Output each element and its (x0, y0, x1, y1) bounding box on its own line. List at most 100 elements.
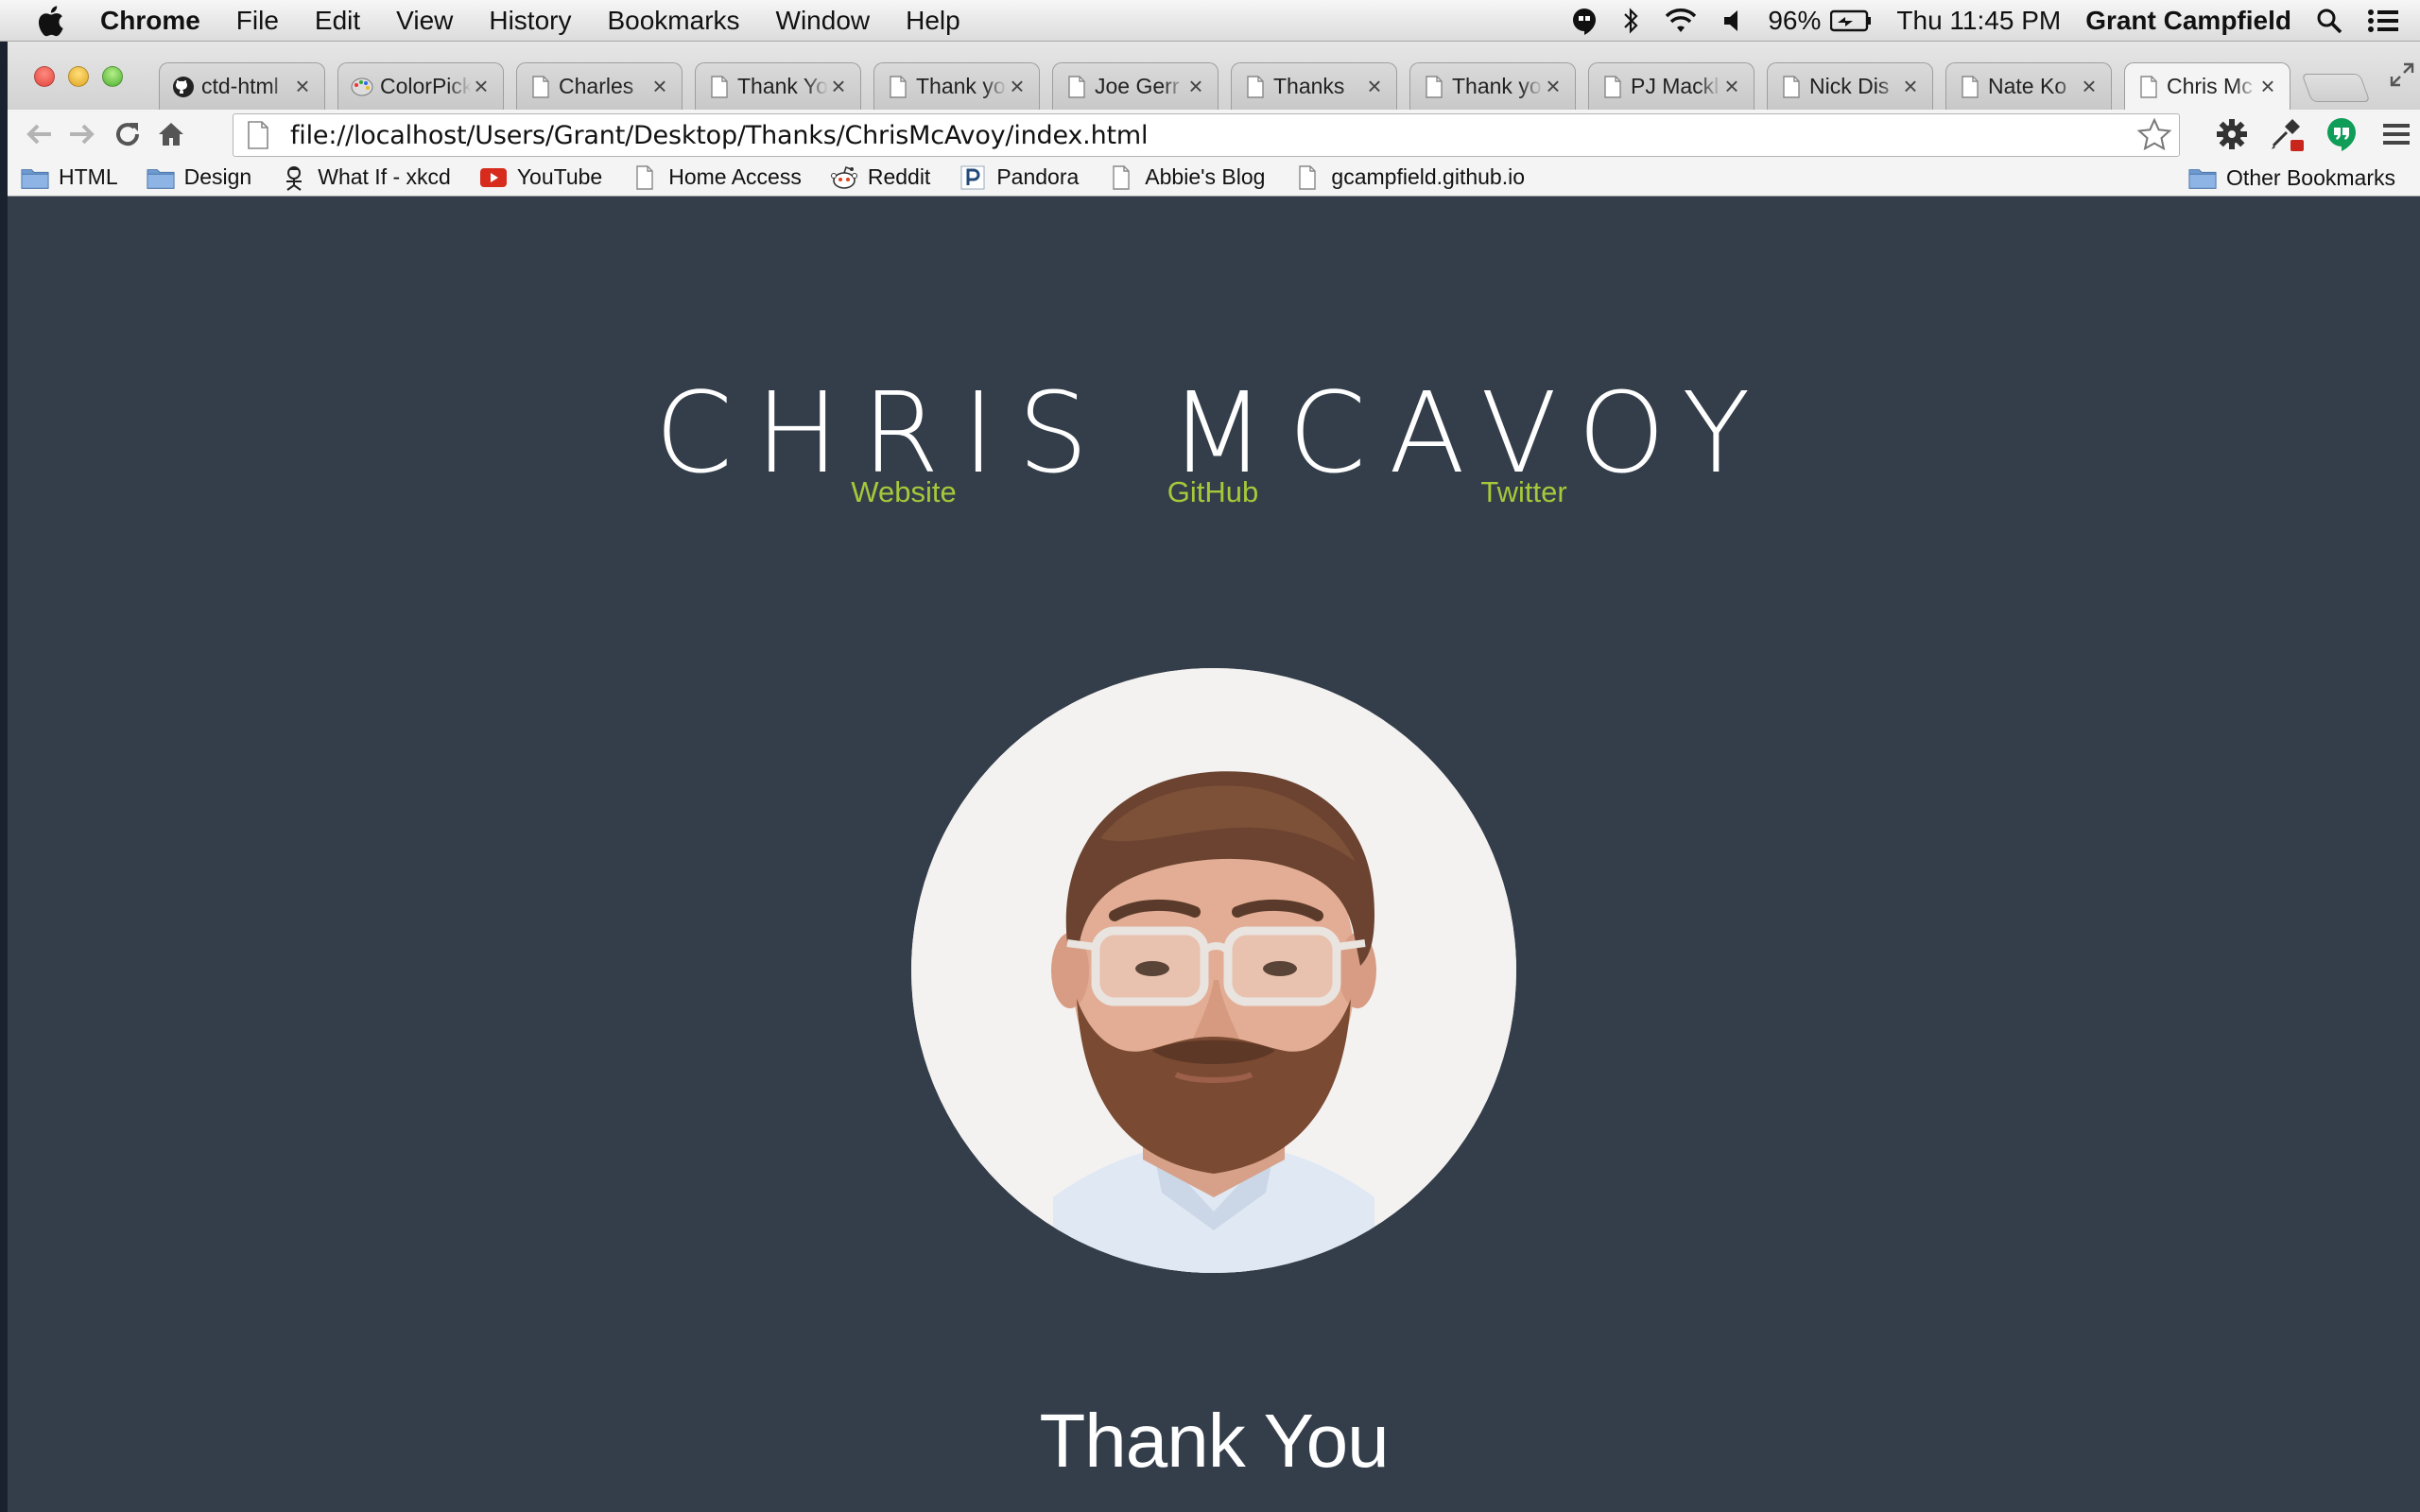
bookmark-html[interactable]: HTML (21, 164, 118, 190)
page-icon (707, 75, 732, 99)
youtube-icon (479, 165, 508, 190)
home-icon[interactable] (149, 112, 193, 156)
close-window-button[interactable] (34, 66, 55, 87)
tab-title: PJ Mackl (1631, 74, 1720, 98)
tab-charles[interactable]: Charles × (516, 62, 683, 110)
tab-joe-gerr[interactable]: Joe Gerr × (1052, 62, 1219, 110)
bookmark-label: Design (183, 164, 252, 189)
close-tab-icon[interactable]: × (1900, 72, 1921, 101)
menu-view[interactable]: View (396, 6, 453, 36)
reload-icon[interactable] (106, 112, 149, 156)
menu-app-name[interactable]: Chrome (100, 6, 200, 36)
tab-nick-dis[interactable]: Nick Dis × (1767, 62, 1933, 110)
bluetooth-icon[interactable] (1622, 7, 1639, 35)
menu-edit[interactable]: Edit (315, 6, 360, 36)
volume-icon[interactable] (1722, 9, 1743, 33)
hangouts-icon[interactable] (2320, 112, 2363, 156)
bookmark-abbies-blog[interactable]: Abbie's Blog (1107, 164, 1265, 190)
bookmark-reddit[interactable]: Reddit (830, 164, 930, 190)
new-tab-button[interactable] (2301, 74, 2371, 102)
github-link[interactable]: GitHub (1167, 475, 1258, 509)
folder-icon (21, 165, 49, 190)
chrome-menu-icon[interactable] (2375, 112, 2418, 156)
tab-ctd-html[interactable]: ctd-html × (159, 62, 325, 110)
tab-title: Nick Dis (1809, 74, 1890, 98)
hangouts-status-icon[interactable] (1571, 7, 1598, 35)
user-name[interactable]: Grant Campfield (2085, 6, 2291, 36)
url-text[interactable]: file://localhost/Users/Grant/Desktop/Tha… (290, 121, 2135, 150)
tab-thanks[interactable]: Thanks × (1231, 62, 1397, 110)
menu-bar: Chrome File Edit View History Bookmarks … (0, 0, 2420, 42)
minimize-window-button[interactable] (68, 66, 89, 87)
tab-title: Thank you (1452, 74, 1543, 98)
thank-you-heading: Thank You (1039, 1399, 1389, 1483)
apple-menu-icon[interactable] (36, 5, 78, 37)
battery-percent[interactable]: 96% (1768, 6, 1821, 36)
page-icon (1064, 75, 1089, 99)
menu-help[interactable]: Help (906, 6, 960, 36)
close-tab-icon[interactable]: × (1721, 72, 1742, 101)
page-icon (1107, 164, 1135, 190)
bookmark-home-access[interactable]: Home Access (631, 164, 802, 190)
close-tab-icon[interactable]: × (1543, 72, 1564, 101)
address-bar[interactable]: file://localhost/Users/Grant/Desktop/Tha… (233, 113, 2180, 157)
spotlight-search-icon[interactable] (2316, 8, 2342, 34)
tab-nate-ko[interactable]: Nate Ko × (1945, 62, 2112, 110)
tab-title: Chris Mc (2167, 74, 2253, 98)
bookmark-youtube[interactable]: YouTube (479, 164, 602, 190)
close-tab-icon[interactable]: × (828, 72, 849, 101)
close-tab-icon[interactable]: × (292, 72, 313, 101)
zoom-window-button[interactable] (102, 66, 123, 87)
pandora-icon (959, 165, 987, 190)
notification-center-icon[interactable] (2367, 8, 2399, 34)
menu-file[interactable]: File (236, 6, 279, 36)
tab-strip: ctd-html × ColorPicker × Charles × Thank… (8, 42, 2420, 110)
other-bookmarks[interactable]: Other Bookmarks (2188, 159, 2395, 197)
settings-gear-icon[interactable] (2210, 112, 2254, 156)
page-icon (1958, 75, 1982, 99)
bookmark-star-icon[interactable] (2135, 116, 2173, 154)
forward-icon[interactable] (60, 112, 104, 156)
bookmark-label: Pandora (996, 164, 1080, 189)
tab-thank-you-1[interactable]: Thank You × (695, 62, 861, 110)
close-tab-icon[interactable]: × (1185, 72, 1206, 101)
bookmark-label: YouTube (516, 164, 603, 189)
bookmark-gcampfield-github-io[interactable]: gcampfield.github.io (1293, 164, 1525, 190)
menu-bookmarks[interactable]: Bookmarks (607, 6, 739, 36)
eyedropper-extension-icon[interactable] (2265, 112, 2308, 156)
tab-thank-you-3[interactable]: Thank you × (1409, 62, 1576, 110)
page-content: CHRIS MCAVOY Website GitHub Twitter Than… (8, 198, 2420, 1512)
other-bookmarks-label: Other Bookmarks (2226, 164, 2395, 190)
tab-pj-mackl[interactable]: PJ Mackl × (1588, 62, 1754, 110)
twitter-link[interactable]: Twitter (1480, 475, 1566, 509)
page-icon (1293, 164, 1322, 190)
close-tab-icon[interactable]: × (1007, 72, 1028, 101)
fullscreen-icon[interactable] (2390, 62, 2414, 87)
tab-title: Thank you (916, 74, 1007, 98)
close-tab-icon[interactable]: × (1364, 72, 1385, 101)
menu-window[interactable]: Window (776, 6, 871, 36)
website-link[interactable]: Website (851, 475, 956, 509)
bookmark-design[interactable]: Design (147, 164, 252, 190)
browser-window: ctd-html × ColorPicker × Charles × Thank… (8, 42, 2420, 1512)
menu-history[interactable]: History (489, 6, 571, 36)
close-tab-icon[interactable]: × (2079, 72, 2100, 101)
tab-chris-mcavoy[interactable]: Chris Mc × (2124, 62, 2290, 110)
bookmark-what-if-xkcd[interactable]: What If - xkcd (280, 164, 451, 191)
bookmark-label: Reddit (867, 164, 931, 189)
tab-colorpicker[interactable]: ColorPicker × (337, 62, 504, 110)
folder-icon (147, 165, 175, 190)
close-tab-icon[interactable]: × (2257, 72, 2278, 101)
wifi-icon[interactable] (1664, 8, 1698, 34)
page-icon (1779, 75, 1804, 99)
page-icon (1600, 75, 1625, 99)
battery-icon[interactable] (1830, 9, 1872, 32)
bookmark-pandora[interactable]: Pandora (959, 164, 1079, 190)
clock[interactable]: Thu 11:45 PM (1896, 6, 2061, 36)
close-tab-icon[interactable]: × (471, 72, 492, 101)
window-controls (34, 66, 136, 87)
tab-thank-you-2[interactable]: Thank you × (873, 62, 1040, 110)
close-tab-icon[interactable]: × (649, 72, 670, 101)
back-icon[interactable] (17, 112, 60, 156)
tab-title: Charles (559, 74, 634, 98)
